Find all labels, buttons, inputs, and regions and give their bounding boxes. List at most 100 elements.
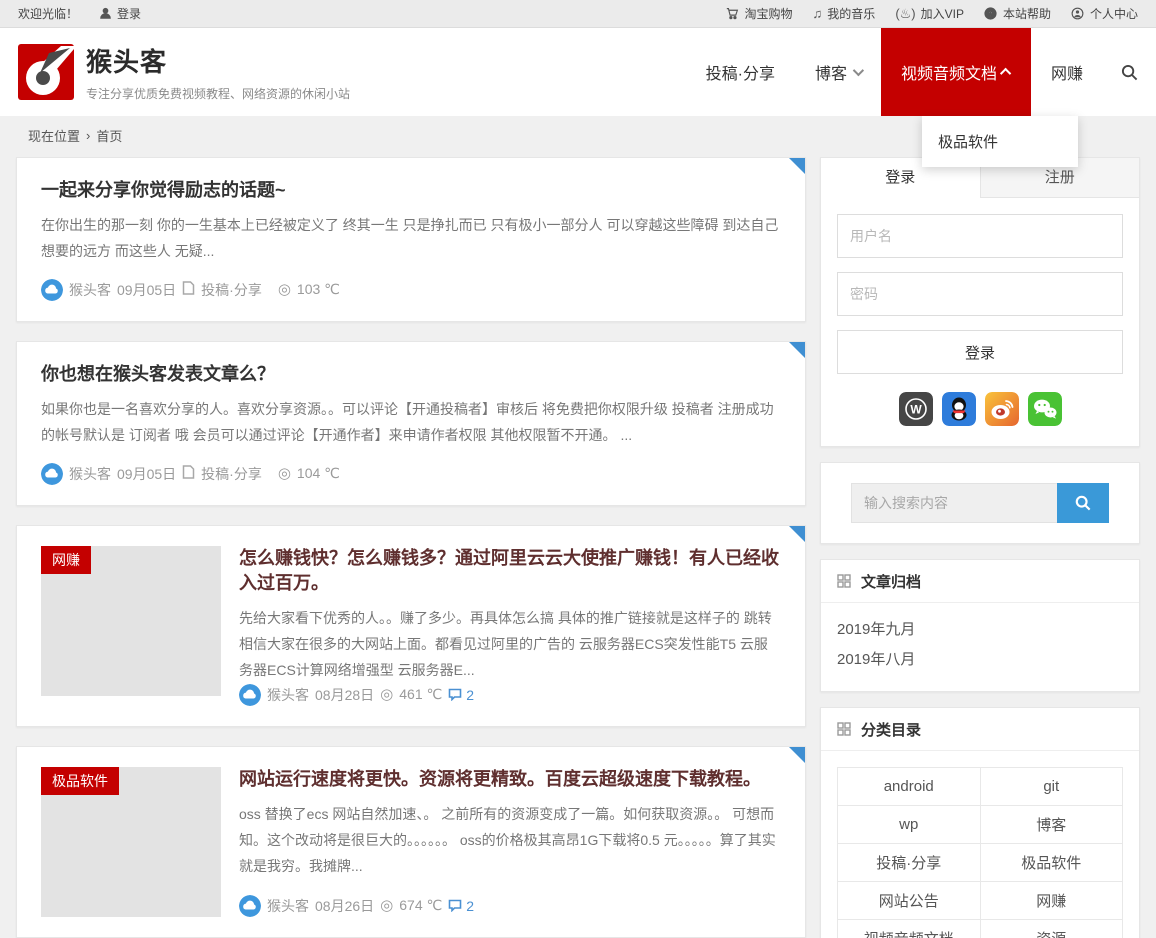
- article-meta: 猴头客 08月26日 ◎ 674 ℃ 2: [239, 895, 781, 917]
- archive-widget: 文章归档 2019年九月 2019年八月: [820, 559, 1140, 692]
- article-title[interactable]: 你也想在猴头客发表文章么？: [41, 362, 781, 387]
- category-link[interactable]: 视频音频文档: [838, 920, 981, 938]
- comment-count-link[interactable]: 2: [448, 687, 474, 703]
- category-link[interactable]: wp: [838, 806, 981, 844]
- author-name[interactable]: 猴头客: [69, 280, 111, 300]
- user-icon: [98, 7, 112, 21]
- site-title: 猴头客: [86, 42, 350, 79]
- archive-link[interactable]: 2019年九月: [837, 615, 1123, 645]
- category-link[interactable]: 资源: [980, 920, 1123, 938]
- category-link[interactable]: 网站公告: [838, 882, 981, 920]
- search-button[interactable]: [1057, 483, 1109, 523]
- article-views: 674 ℃: [399, 897, 442, 914]
- wechat-icon[interactable]: [1028, 392, 1062, 426]
- author-name[interactable]: 猴头客: [267, 896, 309, 916]
- dropdown-item-best-software[interactable]: 极品软件: [922, 129, 1078, 154]
- comment-icon: [448, 899, 462, 912]
- article-title[interactable]: 网站运行速度将更快。资源将更精致。百度云超级速度下载教程。: [239, 767, 781, 792]
- help-icon: ?: [984, 7, 998, 21]
- article-views: 104 ℃: [297, 465, 340, 482]
- author-avatar: [239, 684, 261, 706]
- views-icon: ◎: [380, 687, 393, 702]
- article-card: 网赚 怎么赚钱快？怎么赚钱多？通过阿里云云大使推广赚钱！有人已经收入过百万。 先…: [16, 525, 806, 727]
- article-views: 461 ℃: [399, 686, 442, 703]
- cart-icon: [726, 7, 740, 21]
- corner-ribbon-icon: [789, 342, 805, 358]
- nav-item-share[interactable]: 投稿·分享: [686, 28, 795, 116]
- search-input[interactable]: [851, 483, 1057, 523]
- article-card: 你也想在猴头客发表文章么？ 如果你也是一名喜欢分享的人。喜欢分享资源。。可以评论…: [16, 341, 806, 506]
- weibo-icon[interactable]: [985, 392, 1019, 426]
- author-avatar: [239, 895, 261, 917]
- site-logo-icon: [18, 44, 74, 100]
- topbar-link-profile[interactable]: 个人中心: [1071, 5, 1138, 22]
- nav-search-button[interactable]: [1103, 28, 1156, 116]
- qq-icon[interactable]: [942, 392, 976, 426]
- corner-ribbon-icon: [789, 158, 805, 174]
- author-avatar: [41, 463, 63, 485]
- views-icon: ◎: [380, 898, 393, 913]
- widget-title: 分类目录: [861, 719, 921, 740]
- article-thumbnail[interactable]: 极品软件: [41, 767, 221, 917]
- site-brand[interactable]: 猴头客 专注分享优质免费视频教程、网络资源的休闲小站: [18, 28, 350, 116]
- chevron-up-icon: [1000, 68, 1011, 79]
- topbar-link-help[interactable]: ? 本站帮助: [984, 5, 1051, 22]
- welcome-text: 欢迎光临！: [18, 5, 78, 22]
- article-excerpt: oss 替换了ecs 网站自然加速、。 之前所有的资源变成了一篇。如何获取资源。…: [239, 802, 781, 880]
- categories-widget: 分类目录 android git wp 博客 投稿·分享 极品软件 网站公告 网…: [820, 707, 1140, 938]
- archive-link[interactable]: 2019年八月: [837, 645, 1123, 675]
- article-title[interactable]: 怎么赚钱快？怎么赚钱多？通过阿里云云大使推广赚钱！有人已经收入过百万。: [239, 546, 781, 596]
- comment-count-link[interactable]: 2: [448, 898, 474, 914]
- author-name[interactable]: 猴头客: [267, 685, 309, 705]
- article-views: 103 ℃: [297, 281, 340, 298]
- corner-ribbon-icon: [789, 526, 805, 542]
- site-header: 猴头客 专注分享优质免费视频教程、网络资源的休闲小站 投稿·分享 博客 视频音频…: [0, 28, 1156, 116]
- category-table: android git wp 博客 投稿·分享 极品软件 网站公告 网赚 视频音…: [837, 767, 1123, 938]
- topbar-link-vip[interactable]: (♨) 加入VIP: [895, 5, 964, 22]
- article-excerpt: 如果你也是一名喜欢分享的人。喜欢分享资源。。可以评论【开通投稿者】审核后 将免费…: [41, 397, 781, 449]
- category-link[interactable]: 博客: [980, 806, 1123, 844]
- article-date: 09月05日: [117, 280, 176, 300]
- widget-title: 文章归档: [861, 571, 921, 592]
- article-card: 极品软件 网站运行速度将更快。资源将更精致。百度云超级速度下载教程。 oss 替…: [16, 746, 806, 938]
- category-link[interactable]: 网赚: [980, 882, 1123, 920]
- sidebar: 登录 注册 登录 W: [820, 157, 1140, 938]
- grid-icon: [837, 574, 851, 588]
- search-widget: [820, 462, 1140, 544]
- category-badge[interactable]: 网赚: [41, 546, 91, 574]
- article-thumbnail[interactable]: 网赚: [41, 546, 221, 696]
- wordpress-icon[interactable]: W: [899, 392, 933, 426]
- breadcrumb-home-link[interactable]: 首页: [96, 126, 122, 145]
- social-login-row: W: [837, 392, 1123, 426]
- topbar-link-taobao[interactable]: 淘宝购物: [726, 5, 793, 22]
- topbar: 欢迎光临！ 登录 淘宝购物 ♫ 我的音乐 (♨) 加入VIP ? 本站帮助: [0, 0, 1156, 28]
- category-link[interactable]: 极品软件: [980, 844, 1123, 882]
- article-category[interactable]: 投稿·分享: [201, 464, 262, 484]
- article-date: 08月26日: [315, 896, 374, 916]
- article-card: 一起来分享你觉得励志的话题~ 在你出生的那一刻 你的一生基本上已经被定义了 终其…: [16, 157, 806, 322]
- music-icon: ♫: [813, 7, 823, 20]
- comment-icon: [448, 688, 462, 701]
- category-link[interactable]: android: [838, 768, 981, 806]
- category-badge[interactable]: 极品软件: [41, 767, 119, 795]
- topbar-link-music[interactable]: ♫ 我的音乐: [813, 5, 876, 22]
- article-category[interactable]: 投稿·分享: [201, 280, 262, 300]
- nav-item-video-audio-doc[interactable]: 视频音频文档: [881, 28, 1031, 116]
- login-button[interactable]: 登录: [837, 330, 1123, 374]
- password-field[interactable]: [837, 272, 1123, 316]
- category-link[interactable]: git: [980, 768, 1123, 806]
- article-title[interactable]: 一起来分享你觉得励志的话题~: [41, 178, 781, 203]
- login-link[interactable]: 登录: [98, 5, 141, 22]
- category-icon: [182, 281, 195, 298]
- category-link[interactable]: 投稿·分享: [838, 844, 981, 882]
- nav-item-wangzhuan[interactable]: 网赚: [1031, 28, 1103, 116]
- author-avatar: [41, 279, 63, 301]
- nav-item-blog[interactable]: 博客: [795, 28, 881, 116]
- username-field[interactable]: [837, 214, 1123, 258]
- author-name[interactable]: 猴头客: [69, 464, 111, 484]
- site-subtitle: 专注分享优质免费视频教程、网络资源的休闲小站: [86, 85, 350, 102]
- article-meta: 猴头客 09月05日 投稿·分享 ◎ 104 ℃: [41, 463, 781, 485]
- search-icon: [1121, 64, 1138, 81]
- article-list: 一起来分享你觉得励志的话题~ 在你出生的那一刻 你的一生基本上已经被定义了 终其…: [16, 157, 806, 938]
- corner-ribbon-icon: [789, 747, 805, 763]
